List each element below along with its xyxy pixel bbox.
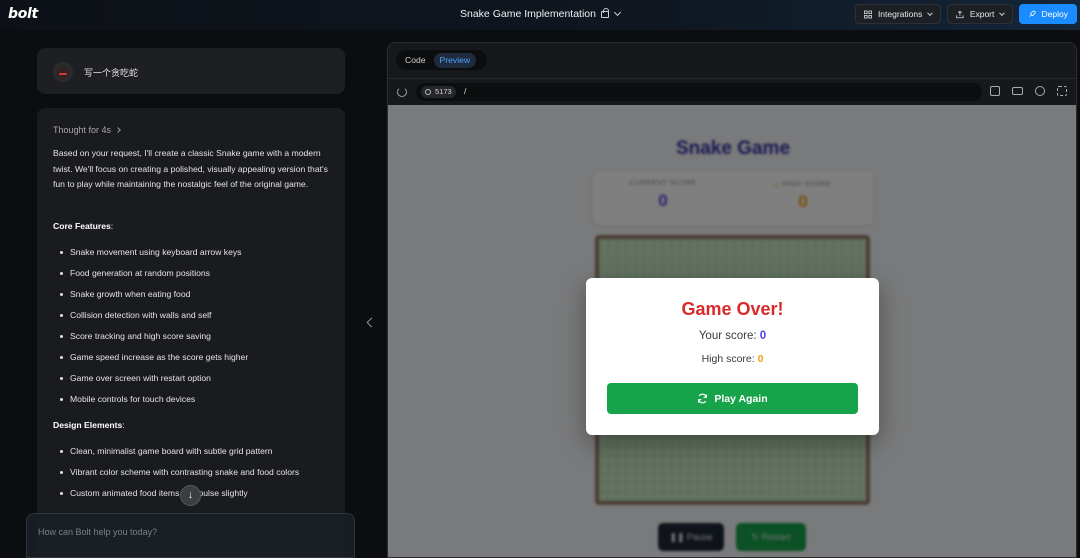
modal-high-score-value: 0 <box>757 353 764 365</box>
list-item: Snake movement using keyboard arrow keys <box>53 245 329 261</box>
open-external-icon[interactable] <box>990 86 1000 96</box>
user-message: 写一个贪吃蛇 <box>37 48 345 94</box>
port-badge[interactable]: 5173 <box>421 86 456 98</box>
list-item: Game speed increase as the score gets hi… <box>53 350 329 366</box>
rocket-icon <box>1029 10 1036 17</box>
preview-toolbar: 5173 / <box>388 78 1076 104</box>
arrow-down-icon: ↓ <box>187 489 194 501</box>
your-score-label: Your score: <box>698 330 757 342</box>
view-tabs: Code Preview <box>396 50 487 70</box>
list-item: Vibrant color scheme with contrasting sn… <box>53 465 329 481</box>
integrations-button[interactable]: Integrations <box>855 4 941 24</box>
play-again-label: Play Again <box>714 392 768 405</box>
avatar <box>53 62 73 82</box>
list-item: Collision detection with walls and self <box>53 308 329 324</box>
grid-icon <box>864 10 872 18</box>
list-item: Game over screen with restart option <box>53 371 329 387</box>
project-title[interactable]: Snake Game Implementation <box>460 8 596 20</box>
thought-label: Thought for 4s <box>53 125 112 135</box>
lock-icon <box>601 8 609 18</box>
chevron-down-icon <box>999 10 1005 16</box>
preview-panel: Code Preview 5173 / Snake Game CURRENT S… <box>387 42 1077 558</box>
device-icon[interactable] <box>1012 87 1023 95</box>
top-bar: bolt Snake Game Implementation Integrati… <box>0 0 1080 30</box>
core-features-list: Snake movement using keyboard arrow keys… <box>53 245 329 413</box>
deploy-button[interactable]: Deploy <box>1019 4 1077 24</box>
game-over-title: Game Over! <box>681 299 784 319</box>
game-over-modal: Game Over! Your score: 0 High score: 0 P… <box>586 278 879 435</box>
scroll-down-button[interactable]: ↓ <box>180 485 201 506</box>
tab-preview[interactable]: Preview <box>433 52 477 68</box>
export-button[interactable]: Export <box>947 4 1013 24</box>
url-bar[interactable]: 5173 / <box>416 83 982 101</box>
list-item: Mobile controls for touch devices <box>53 392 329 408</box>
assistant-intro: Based on your request, I'll create a cla… <box>53 148 328 189</box>
your-score-row: Your score: 0 <box>586 330 879 342</box>
design-elements-heading-text: Design Elements <box>53 420 123 430</box>
upload-icon <box>956 10 964 18</box>
tab-code[interactable]: Code <box>399 53 432 68</box>
chat-input[interactable]: How can Bolt help you today? <box>26 513 355 558</box>
chevron-down-icon <box>927 10 933 16</box>
port-icon <box>425 89 431 95</box>
design-elements-heading: Design Elements: <box>53 420 125 430</box>
chevron-right-icon <box>115 127 121 133</box>
chevron-down-icon[interactable] <box>613 8 622 17</box>
refresh-icon <box>698 393 708 404</box>
port-number: 5173 <box>435 87 452 96</box>
fullscreen-icon[interactable] <box>1057 86 1067 96</box>
chevron-left-icon[interactable] <box>366 317 377 328</box>
integrations-label: Integrations <box>877 9 923 19</box>
play-again-button[interactable]: Play Again <box>607 383 858 414</box>
deploy-label: Deploy <box>1041 9 1068 19</box>
list-item: Score tracking and high score saving <box>53 329 329 345</box>
export-label: Export <box>969 9 995 19</box>
list-item: Clean, minimalist game board with subtle… <box>53 444 329 460</box>
modal-high-score-label: High score: <box>701 353 755 365</box>
preview-viewport: Snake Game CURRENT SCORE 0 △ HIGH SCORE … <box>388 105 1076 557</box>
thought-toggle[interactable]: Thought for 4s <box>53 125 121 135</box>
user-message-text: 写一个贪吃蛇 <box>84 69 139 79</box>
url-path: / <box>464 86 467 96</box>
high-score-row: High score: 0 <box>586 353 879 365</box>
list-item: Snake growth when eating food <box>53 287 329 303</box>
reload-icon[interactable] <box>397 87 407 97</box>
list-item: Food generation at random positions <box>53 266 329 282</box>
chat-input-placeholder: How can Bolt help you today? <box>38 527 158 537</box>
core-features-heading-text: Core Features <box>53 221 111 231</box>
inspect-icon[interactable] <box>1035 86 1045 96</box>
core-features-heading: Core Features: <box>53 221 114 231</box>
your-score-value: 0 <box>759 330 767 342</box>
